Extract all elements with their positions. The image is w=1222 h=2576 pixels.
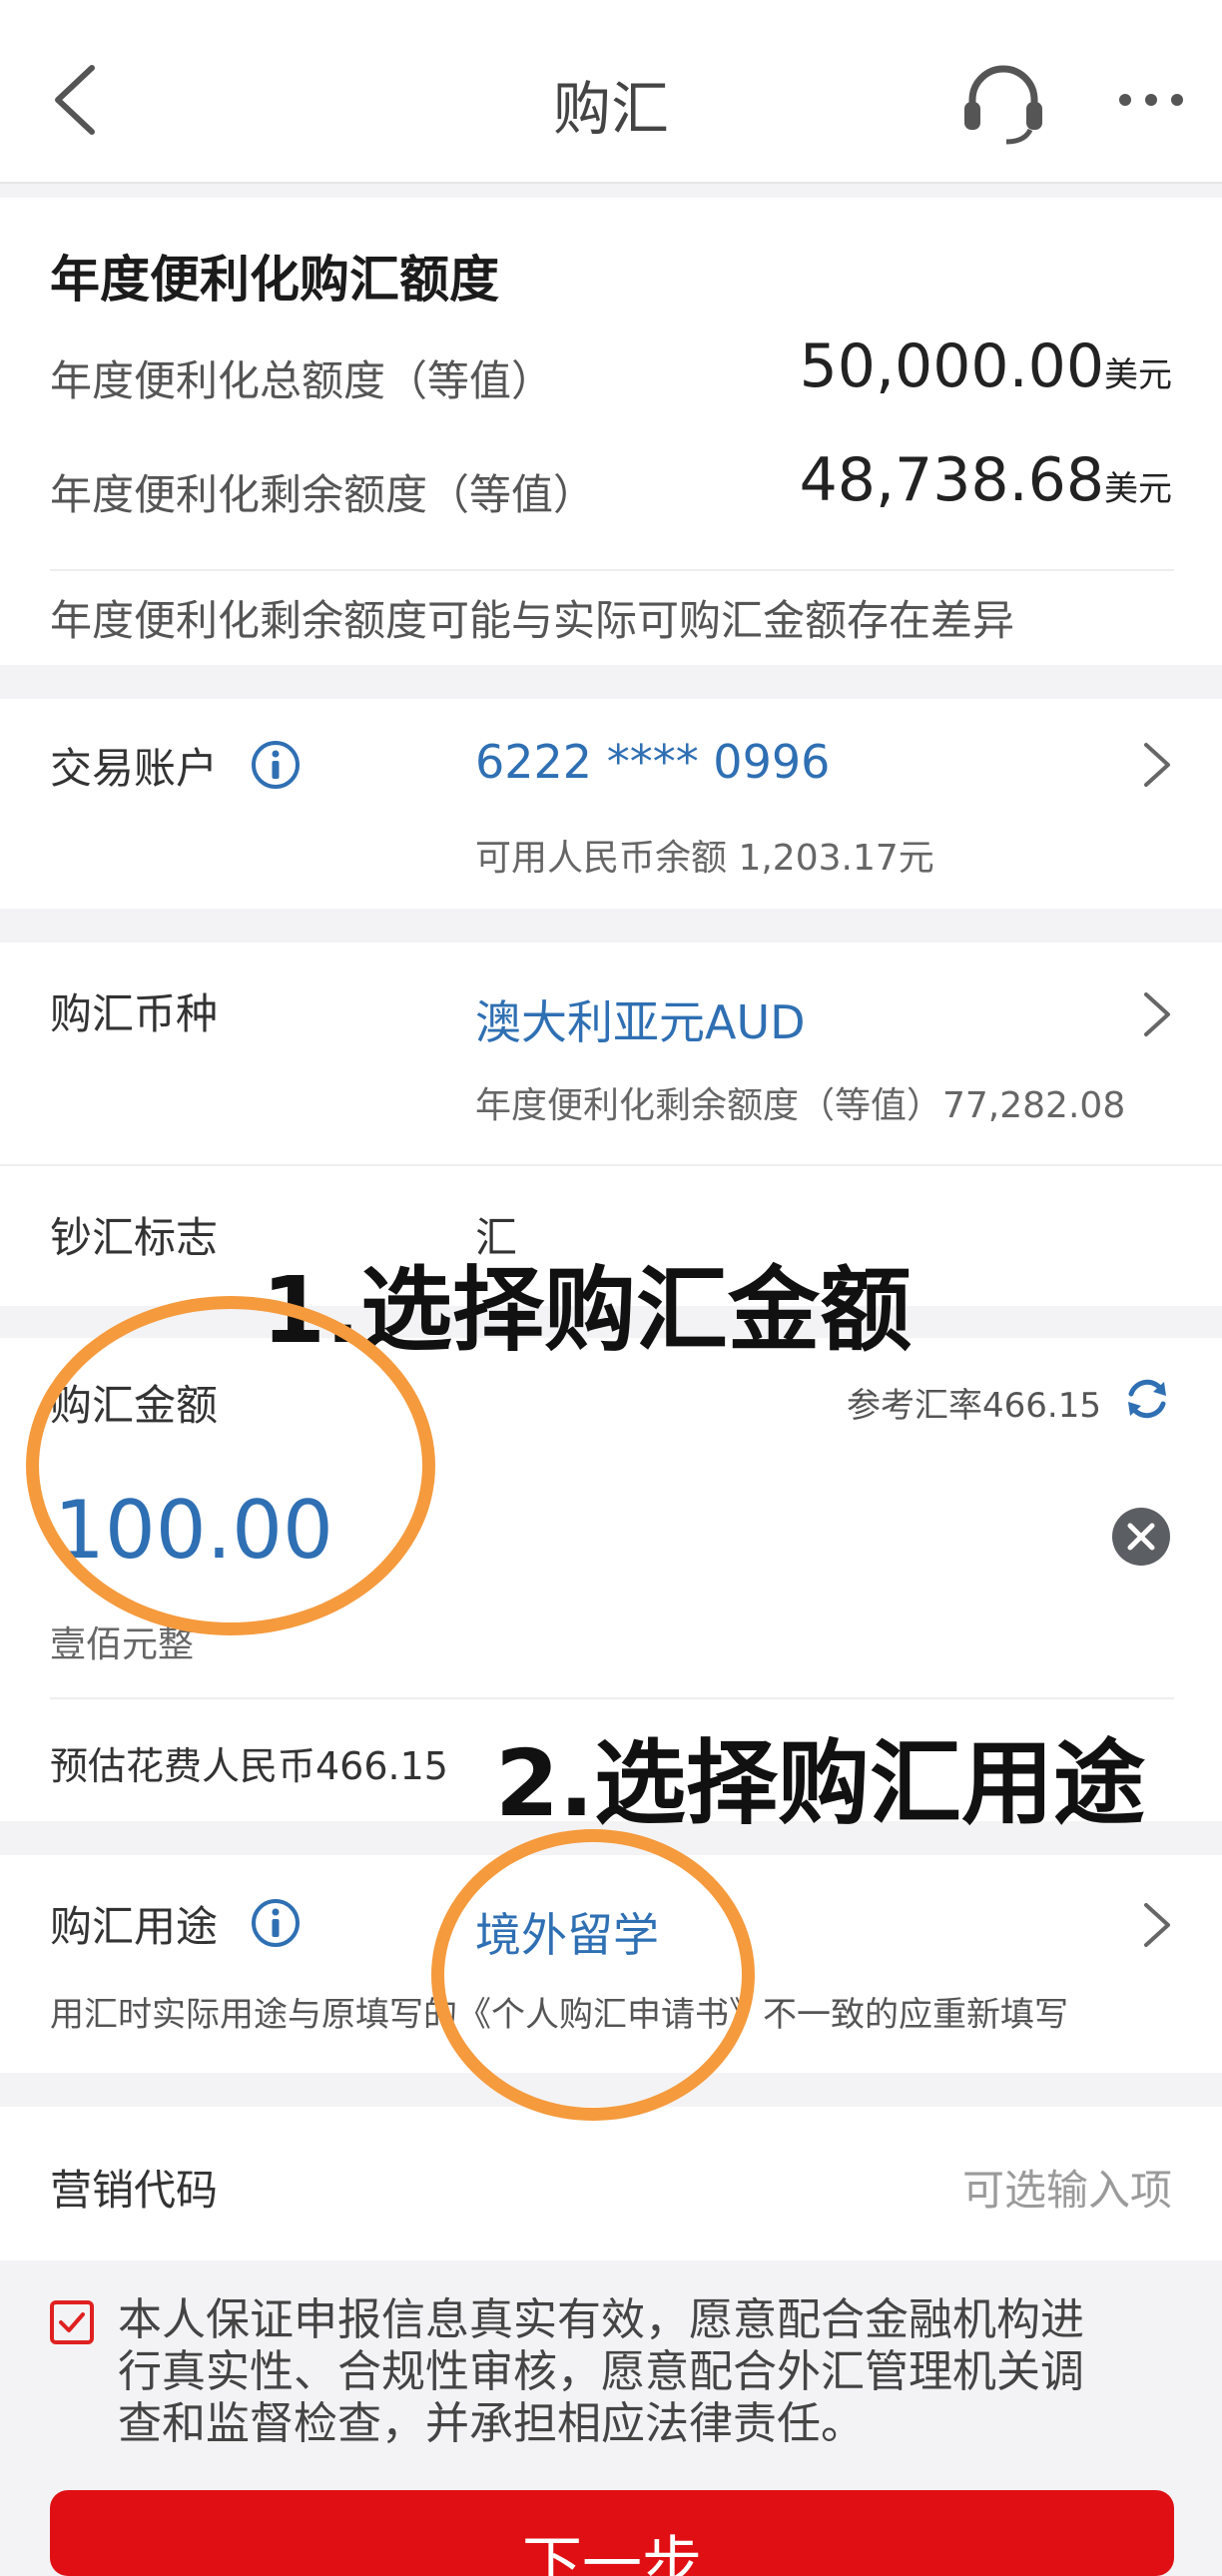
cash-flag-label: 钞汇标志 xyxy=(50,1213,219,1262)
quota-total-unit: 美元 xyxy=(1104,355,1172,395)
chevron-right-icon[interactable] xyxy=(1140,988,1174,1040)
annotation-circle-amount xyxy=(26,1296,435,1635)
annotation-step2: 2.选择购汇用途 xyxy=(495,1730,1145,1837)
customer-service-icon[interactable] xyxy=(958,56,1048,146)
currency-row[interactable] xyxy=(0,943,1222,1164)
quota-total: 50,000.00美元 xyxy=(800,331,1172,401)
quota-remain-label: 年度便利化剩余额度（等值） xyxy=(50,470,596,519)
chevron-right-icon[interactable] xyxy=(1140,739,1174,791)
quota-remain: 48,738.68美元 xyxy=(800,445,1172,515)
divider xyxy=(50,1697,1174,1699)
refresh-icon[interactable] xyxy=(1122,1374,1172,1424)
estimated-cost: 预估花费人民币466.15 xyxy=(50,1744,448,1788)
exchange-rate: 参考汇率466.15 xyxy=(847,1386,1101,1426)
info-icon[interactable] xyxy=(250,739,302,791)
purpose-label: 购汇用途 xyxy=(50,1902,219,1951)
chevron-right-icon[interactable] xyxy=(1140,1899,1174,1951)
quota-remain-value: 48,738.68 xyxy=(799,445,1104,515)
clear-icon[interactable] xyxy=(1110,1506,1172,1568)
declaration-text: 本人保证申报信息真实有效，愿意配合金融机构进 行真实性、合规性审核，愿意配合外汇… xyxy=(118,2294,1084,2450)
account-balance: 可用人民币余额 1,203.17元 xyxy=(475,838,934,879)
currency-remain: 年度便利化剩余额度（等值）77,282.08 xyxy=(475,1085,1126,1126)
account-label: 交易账户 xyxy=(50,744,219,793)
annotation-circle-purpose xyxy=(431,1829,755,2121)
more-icon[interactable] xyxy=(1116,80,1186,120)
declaration-line: 行真实性、合规性审核，愿意配合外汇管理机关调 xyxy=(118,2346,1084,2397)
currency-value: 澳大利亚元AUD xyxy=(475,995,806,1049)
quota-remain-unit: 美元 xyxy=(1104,469,1172,509)
quota-total-label: 年度便利化总额度（等值） xyxy=(50,356,554,405)
declaration-line: 本人保证申报信息真实有效，愿意配合金融机构进 xyxy=(118,2294,1084,2345)
agreement-checkbox[interactable] xyxy=(50,2300,94,2344)
quota-title: 年度便利化购汇额度 xyxy=(50,251,499,309)
currency-label: 购汇币种 xyxy=(50,989,219,1038)
divider xyxy=(50,569,1174,571)
quota-total-value: 50,000.00 xyxy=(799,331,1104,401)
account-number: 6222 **** 0996 xyxy=(475,735,831,789)
marketing-code-input[interactable]: 可选输入项 xyxy=(962,2157,1172,2218)
check-icon xyxy=(59,2312,85,2332)
quota-note: 年度便利化剩余额度可能与实际可购汇金额存在差异 xyxy=(50,596,1015,645)
marketing-label: 营销代码 xyxy=(50,2166,219,2215)
info-icon[interactable] xyxy=(250,1897,302,1949)
next-button[interactable]: 下一步 xyxy=(50,2490,1174,2576)
declaration-line: 查和监督检查，并承担相应法律责任。 xyxy=(118,2398,865,2449)
